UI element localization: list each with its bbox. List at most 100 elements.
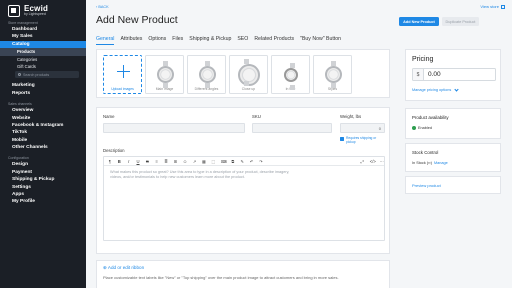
upload-images-label: Upload images	[111, 87, 134, 91]
video-icon[interactable]: ⬚	[211, 159, 215, 164]
sidebar-item-shipping-pickup[interactable]: Shipping & Pickup	[0, 176, 86, 183]
underline-icon[interactable]: U	[136, 159, 140, 164]
page-title: Add New Product	[96, 14, 178, 26]
price-input[interactable]: $ 0.00	[412, 68, 496, 81]
watch-image-icon	[199, 61, 216, 88]
link-icon[interactable]: ↗	[193, 159, 197, 164]
back-link[interactable]: ‹ BACK	[96, 5, 109, 9]
checkbox-checked-icon	[340, 136, 344, 141]
sidebar: Ecwid by Lightspeed Store management Das…	[0, 0, 86, 288]
weight-label: Weight, lbs	[340, 114, 362, 119]
back-label: BACK	[98, 5, 109, 9]
redo-icon[interactable]: ↷	[259, 159, 263, 164]
sidebar-item-apps[interactable]: Apps	[0, 191, 86, 198]
preview-product-link[interactable]: Preview product	[412, 183, 441, 188]
plus-icon	[117, 65, 130, 78]
add-new-product-button[interactable]: Add New Product	[399, 17, 439, 26]
price-value[interactable]: 0.00	[424, 69, 495, 80]
stock-status: In Stock (∞) Manage	[412, 161, 448, 165]
image-slot-different-angles[interactable]: Different angles	[187, 55, 226, 94]
fullscreen-icon[interactable]: ⤢	[360, 159, 364, 164]
copy-icon[interactable]: ⧉	[231, 159, 235, 164]
sidebar-item-facebook-instagram[interactable]: Facebook & Instagram	[0, 122, 86, 129]
name-input[interactable]	[103, 123, 245, 133]
tab-options[interactable]: Options	[148, 36, 166, 45]
image-slot-close-up[interactable]: Close up	[229, 55, 268, 94]
watch-image-icon	[325, 61, 342, 88]
code-view-icon[interactable]: </>	[370, 159, 376, 164]
sidebar-item-settings[interactable]: Settings	[0, 184, 86, 191]
section-configuration: Configuration	[8, 156, 29, 161]
duplicate-product-button[interactable]: Duplicate Product	[442, 17, 479, 26]
image-slot-label: Close up	[241, 87, 256, 91]
sidebar-item-design[interactable]: Design	[0, 161, 86, 168]
name-label: Name	[103, 114, 115, 119]
sidebar-sub-products[interactable]: Products	[0, 48, 86, 56]
image-slot-in-use[interactable]: In Use	[271, 55, 310, 94]
watch-image-icon	[238, 59, 260, 86]
tab-files[interactable]: Files	[172, 36, 183, 45]
logo-subtitle: by Lightspeed	[24, 11, 46, 16]
logo[interactable]: Ecwid by Lightspeed	[0, 0, 86, 19]
sidebar-sub-gift-cards[interactable]: Gift Cards	[0, 63, 86, 70]
emoji-icon[interactable]: ☺	[183, 159, 187, 164]
sidebar-item-marketing[interactable]: Marketing	[0, 82, 86, 89]
description-editor[interactable]: ¶ B I U S ≡ ≣ ⊞ ☺ ↗ ▦ ⬚ ⌨ ⧉ ✎ ↶ ↷ ⤢ </> …	[103, 156, 385, 241]
strikethrough-icon[interactable]: S	[145, 159, 149, 164]
upload-images-button[interactable]: Upload images	[103, 55, 142, 94]
enabled-check-icon	[412, 126, 416, 130]
sidebar-search-input[interactable]: Search products	[15, 71, 79, 79]
availability-title: Product availability	[412, 115, 449, 120]
sku-input[interactable]	[252, 123, 332, 133]
image-slot-main[interactable]: Main image	[145, 55, 184, 94]
sidebar-item-other-channels[interactable]: Other Channels	[0, 144, 86, 151]
keyboard-icon[interactable]: ⌨	[221, 159, 227, 164]
stock-card: Stock Control In Stock (∞) Manage	[405, 143, 501, 172]
sidebar-item-catalog[interactable]: Catalog	[0, 40, 86, 49]
currency-symbol: $	[413, 69, 424, 80]
tab-related-products[interactable]: Related Products	[254, 36, 294, 45]
add-ribbon-link[interactable]: ⊕ Add or edit ribbon	[103, 265, 144, 271]
sidebar-item-my-profile[interactable]: My Profile	[0, 198, 86, 205]
italic-icon[interactable]: I	[127, 159, 131, 164]
media-card: Upload images Main image Different angle…	[96, 49, 390, 98]
sidebar-item-dashboard[interactable]: Dashboard	[0, 26, 86, 33]
sidebar-item-tiktok[interactable]: TikTok	[0, 129, 86, 136]
align-icon[interactable]: ≡	[155, 159, 159, 164]
tab-general[interactable]: General	[96, 36, 115, 45]
tab-shipping-pickup[interactable]: Shipping & Pickup	[189, 36, 231, 45]
table-icon[interactable]: ⊞	[174, 159, 178, 164]
sidebar-item-reports[interactable]: Reports	[0, 90, 86, 97]
image-slot-styles[interactable]: Styles	[313, 55, 352, 94]
availability-status[interactable]: Enabled	[412, 126, 432, 130]
edit-icon[interactable]: ✎	[240, 159, 244, 164]
requires-shipping-checkbox[interactable]: Requires shipping or pickup	[340, 136, 386, 144]
ecwid-logo-icon	[8, 4, 20, 17]
stock-title: Stock Control	[412, 150, 439, 155]
tab-buy-now-button[interactable]: "Buy Now" Button	[300, 36, 341, 45]
bold-icon[interactable]: B	[117, 159, 121, 164]
watch-image-icon	[284, 63, 298, 90]
view-store-link[interactable]: View store	[480, 4, 505, 9]
details-card: Name SKU Weight, lbs 0 Requires shipping…	[96, 107, 390, 254]
manage-pricing-link[interactable]: Manage pricing options	[412, 86, 459, 92]
sidebar-sub-categories[interactable]: Categories	[0, 56, 86, 63]
sidebar-item-my-sales[interactable]: My Sales	[0, 33, 86, 40]
list-icon[interactable]: ≣	[164, 159, 168, 164]
manage-stock-link[interactable]: Manage	[434, 161, 448, 165]
main-content: ‹ BACK View store Add New Product Add Ne…	[86, 0, 512, 288]
tab-seo[interactable]: SEO	[237, 36, 248, 45]
section-store-management: Store management	[8, 21, 38, 25]
description-placeholder: What makes this product so great? Use th…	[110, 170, 290, 180]
image-icon[interactable]: ▦	[202, 159, 206, 164]
sidebar-item-website[interactable]: Website	[0, 115, 86, 122]
sidebar-item-overview[interactable]: Overview	[0, 107, 86, 114]
chevron-down-icon	[454, 86, 459, 92]
sidebar-item-mobile[interactable]: Mobile	[0, 137, 86, 144]
more-icon[interactable]: ⋯	[380, 159, 384, 164]
paragraph-icon[interactable]: ¶	[108, 159, 112, 164]
undo-icon[interactable]: ↶	[250, 159, 254, 164]
sidebar-item-payment[interactable]: Payment	[0, 169, 86, 176]
tab-attributes[interactable]: Attributes	[120, 36, 142, 45]
weight-input[interactable]: 0	[340, 123, 385, 133]
